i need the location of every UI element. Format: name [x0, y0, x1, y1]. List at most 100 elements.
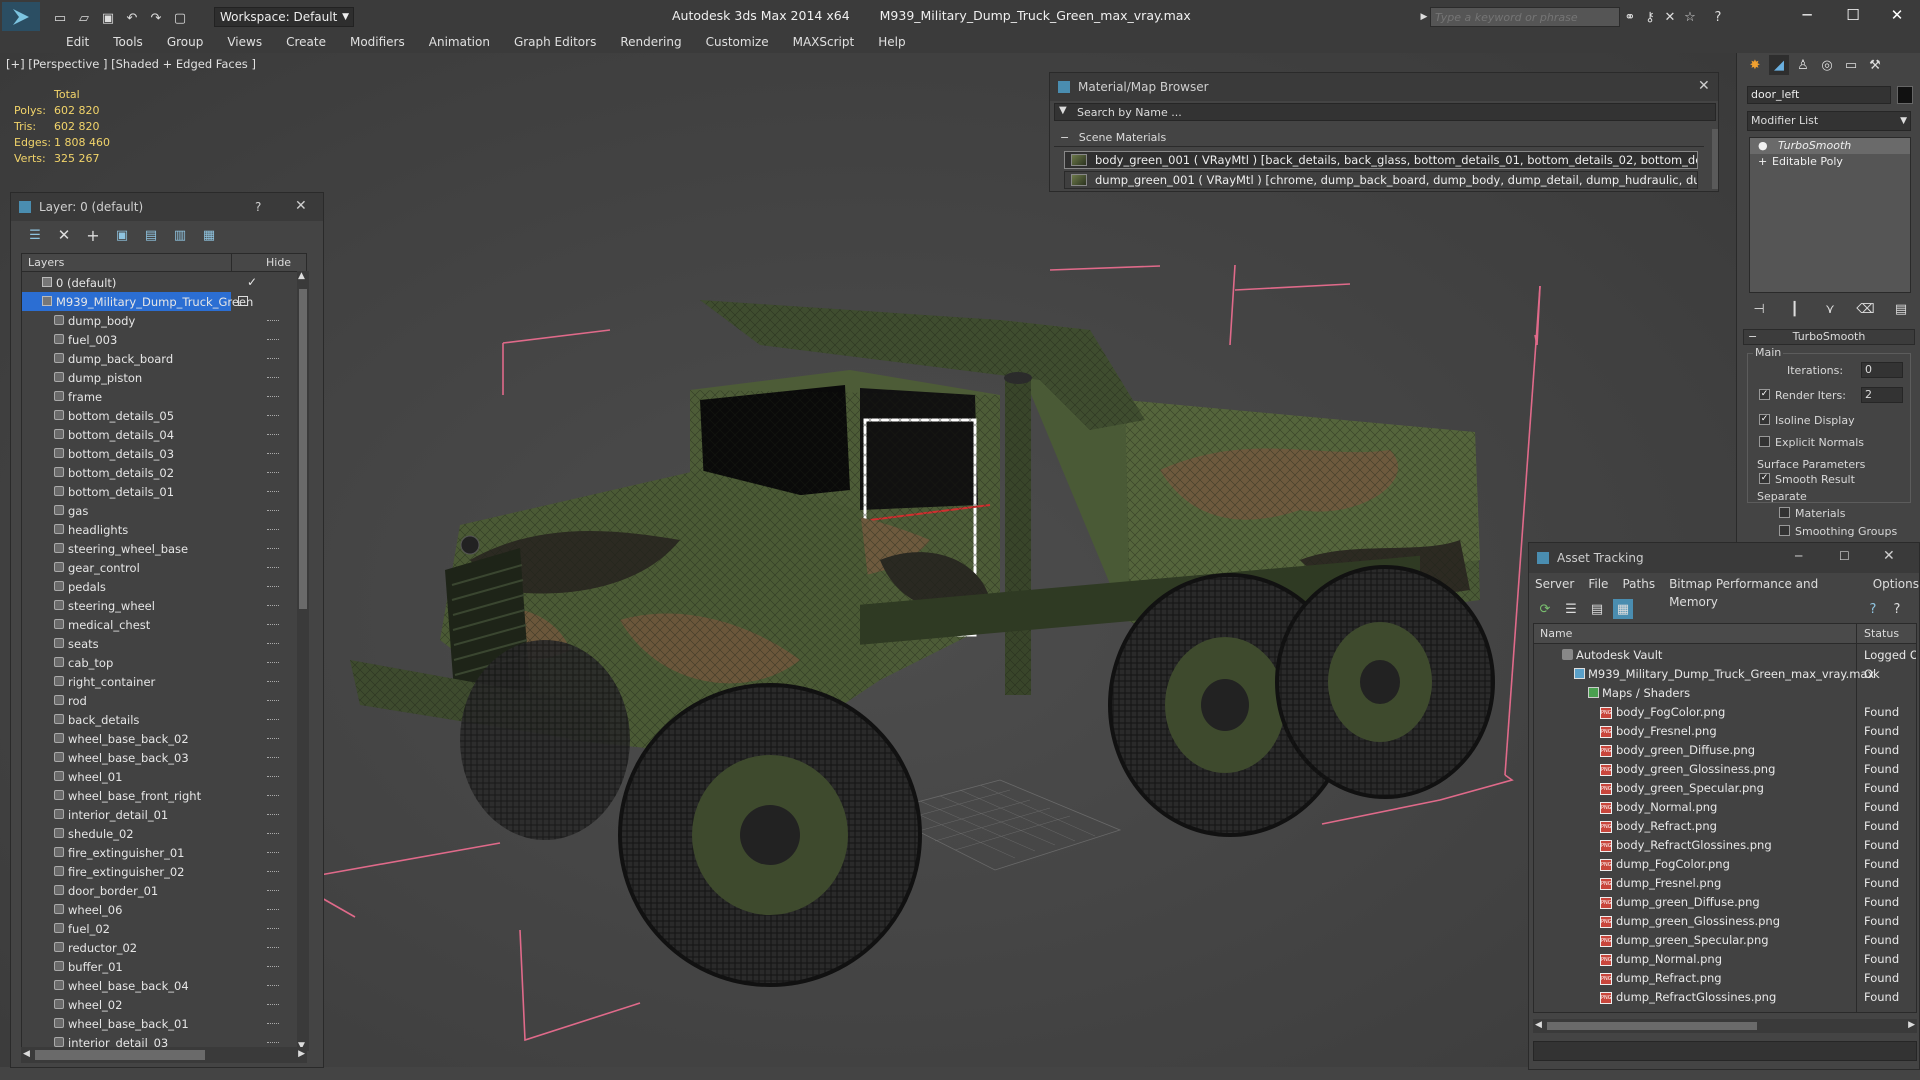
menu-tools[interactable]: Tools: [101, 31, 155, 53]
close-button[interactable]: ✕: [1874, 0, 1920, 30]
layer-object-row[interactable]: back_details: [22, 710, 279, 729]
scroll-left-icon[interactable]: ◀: [23, 1049, 30, 1059]
menu-customize[interactable]: Customize: [694, 31, 781, 53]
layer-object-row[interactable]: wheel_base_back_03: [22, 748, 279, 767]
isoline-display-checkbox[interactable]: ✓: [1759, 414, 1770, 425]
hide-toggle[interactable]: [267, 472, 279, 474]
asset-row-map[interactable]: PNG dump_FogColor.png Found: [1536, 855, 1899, 874]
layer-object-row[interactable]: bottom_details_05: [22, 406, 279, 425]
object-color-swatch[interactable]: [1897, 86, 1913, 104]
asset-row-map[interactable]: PNG dump_green_Diffuse.png Found: [1536, 893, 1899, 912]
layer-object-row[interactable]: medical_chest: [22, 615, 279, 634]
binoculars-icon[interactable]: ⚭: [1620, 7, 1640, 27]
layer-object-row[interactable]: door_border_01: [22, 881, 279, 900]
layer-object-row[interactable]: frame: [22, 387, 279, 406]
modifier-turbosmooth[interactable]: ● TurboSmooth: [1750, 138, 1910, 154]
hide-toggle[interactable]: [267, 947, 279, 949]
exchange-icon[interactable]: ✕: [1660, 7, 1680, 27]
column-header-hide[interactable]: Hide: [266, 256, 291, 269]
layer-object-row[interactable]: pedals: [22, 577, 279, 596]
hide-toggle[interactable]: [267, 358, 279, 360]
keyword-search-input[interactable]: [1430, 7, 1620, 27]
hide-toggle[interactable]: [267, 738, 279, 740]
open-file-icon[interactable]: ▱: [74, 8, 94, 28]
hide-toggle[interactable]: [267, 928, 279, 930]
asset-row-map[interactable]: PNG dump_RefractGlossines.png Found: [1536, 988, 1899, 1007]
scroll-up-icon[interactable]: ▲: [298, 271, 305, 281]
menu-modifiers[interactable]: Modifiers: [338, 31, 417, 53]
asset-minimize-icon[interactable]: ─: [1795, 549, 1802, 563]
layer-object-row[interactable]: steering_wheel: [22, 596, 279, 615]
show-end-result-icon[interactable]: ┃: [1785, 299, 1805, 319]
asset-row-map[interactable]: PNG body_Fresnel.png Found: [1536, 722, 1899, 741]
layer-object-row[interactable]: wheel_base_back_04: [22, 976, 279, 995]
detail-view-icon[interactable]: ▤: [1587, 599, 1607, 619]
asset-row-maps-folder[interactable]: Maps / Shaders: [1536, 684, 1840, 703]
layer-object-row[interactable]: cab_top: [22, 653, 279, 672]
separate-smoothing-groups-checkbox[interactable]: [1779, 525, 1790, 536]
layer-panel-titlebar[interactable]: Layer: 0 (default) ? ✕: [11, 193, 323, 221]
hide-toggle[interactable]: [267, 643, 279, 645]
layer-panel-help-button[interactable]: ?: [255, 200, 261, 214]
hide-toggle[interactable]: [267, 871, 279, 873]
search-options-icon[interactable]: ▼: [1059, 105, 1067, 116]
layer-object-row[interactable]: headlights: [22, 520, 279, 539]
iterations-spinner[interactable]: 0: [1861, 362, 1903, 378]
layer-object-row[interactable]: shedule_02: [22, 824, 279, 843]
asset-row-map[interactable]: PNG body_green_Specular.png Found: [1536, 779, 1899, 798]
asset-close-icon[interactable]: ✕: [1883, 548, 1895, 564]
minimize-button[interactable]: ─: [1784, 0, 1830, 30]
project-folder-icon[interactable]: ▢: [170, 8, 190, 28]
pin-stack-icon[interactable]: ⊣: [1749, 299, 1769, 319]
layer-row-selected[interactable]: M939_Military_Dump_Truck_Green: [22, 292, 253, 311]
material-browser-titlebar[interactable]: Material/Map Browser ✕: [1050, 73, 1718, 101]
layer-object-row[interactable]: gas: [22, 501, 279, 520]
remove-modifier-icon[interactable]: ⌫: [1856, 299, 1876, 319]
layer-object-row[interactable]: fuel_003: [22, 330, 279, 349]
layer-object-row[interactable]: interior_detail_01: [22, 805, 279, 824]
layer-object-row[interactable]: wheel_01: [22, 767, 279, 786]
scroll-thumb[interactable]: [299, 289, 307, 609]
hide-toggle[interactable]: [267, 586, 279, 588]
key-icon[interactable]: ⚷: [1640, 7, 1660, 27]
hide-toggle[interactable]: [267, 415, 279, 417]
object-name-field[interactable]: door_left: [1747, 86, 1891, 104]
select-layer-icon[interactable]: ▣: [112, 225, 132, 245]
maximize-button[interactable]: ☐: [1830, 0, 1876, 30]
render-iters-checkbox[interactable]: ✓: [1759, 389, 1770, 400]
asset-row-map[interactable]: PNG dump_Fresnel.png Found: [1536, 874, 1899, 893]
refresh-icon[interactable]: ⟳: [1535, 599, 1555, 619]
asset-maximize-icon[interactable]: ☐: [1839, 549, 1850, 563]
scroll-thumb[interactable]: [1547, 1022, 1757, 1030]
layer-object-row[interactable]: bottom_details_02: [22, 463, 279, 482]
layer-object-row[interactable]: wheel_base_back_02: [22, 729, 279, 748]
utilities-tab-icon[interactable]: ⚒: [1865, 55, 1885, 75]
layer-object-row[interactable]: bottom_details_04: [22, 425, 279, 444]
hide-toggle[interactable]: [267, 776, 279, 778]
menu-edit[interactable]: Edit: [54, 31, 101, 53]
layer-object-row[interactable]: buffer_01: [22, 957, 279, 976]
hide-toggle[interactable]: [267, 529, 279, 531]
hide-toggle[interactable]: [267, 833, 279, 835]
new-file-icon[interactable]: ▭: [50, 8, 70, 28]
layer-object-row[interactable]: dump_back_board: [22, 349, 279, 368]
layer-object-row[interactable]: fire_extinguisher_02: [22, 862, 279, 881]
asset-row-map[interactable]: PNG body_green_Glossiness.png Found: [1536, 760, 1899, 779]
menu-group[interactable]: Group: [155, 31, 216, 53]
hide-toggle[interactable]: [267, 624, 279, 626]
hide-toggle[interactable]: [267, 795, 279, 797]
help-icon[interactable]: ?: [1708, 7, 1728, 27]
column-header-layers[interactable]: Layers: [28, 256, 64, 269]
delete-layer-icon[interactable]: ✕: [54, 225, 74, 245]
layer-object-row[interactable]: gear_control: [22, 558, 279, 577]
layer-object-row[interactable]: dump_body: [22, 311, 279, 330]
asset-tracking-titlebar[interactable]: Asset Tracking ─ ☐ ✕: [1529, 543, 1919, 573]
column-header-status[interactable]: Status: [1864, 627, 1899, 640]
layer-object-row[interactable]: wheel_02: [22, 995, 279, 1014]
hide-toggle[interactable]: [267, 909, 279, 911]
hide-toggle[interactable]: [267, 605, 279, 607]
layer-stack-icon[interactable]: ☰: [25, 225, 45, 245]
asset-row-map[interactable]: PNG dump_Refract.png Found: [1536, 969, 1899, 988]
star-icon[interactable]: ☆: [1680, 7, 1700, 27]
hide-toggle[interactable]: [267, 510, 279, 512]
